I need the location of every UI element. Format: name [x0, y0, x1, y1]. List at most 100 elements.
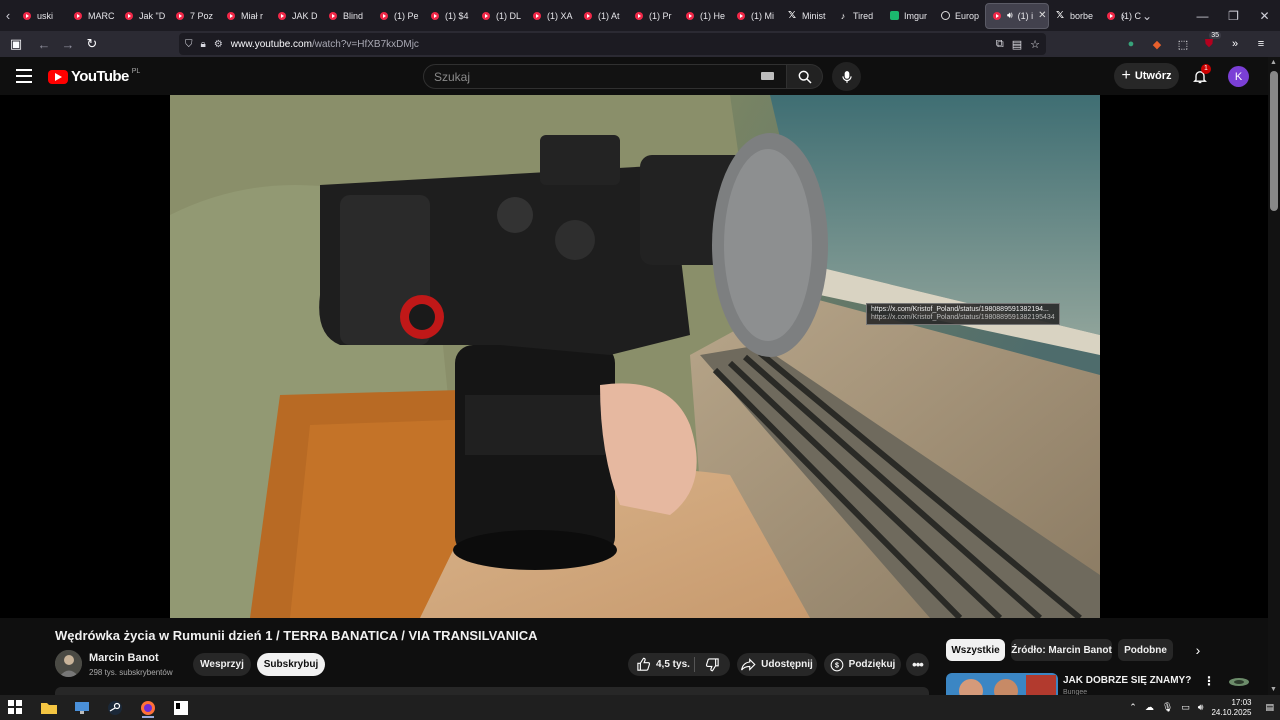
network-icon[interactable]: ▭: [1181, 702, 1190, 713]
tab[interactable]: JAK D: [271, 3, 322, 29]
system-tray: ⌃ ☁ 🎙︎ ▭ 🔊︎ 17:03 24.10.2025 ▤: [1129, 695, 1280, 720]
share-label: Udostępnij: [761, 659, 813, 670]
recommended-video-title[interactable]: JAK DOBRZE SIĘ ZNAMY?: [1063, 675, 1191, 686]
tab[interactable]: MARC: [67, 3, 118, 29]
restore-icon[interactable]: ❐: [1218, 0, 1249, 31]
like-button[interactable]: 4,5 tys.: [628, 657, 694, 672]
description-box[interactable]: [55, 687, 929, 695]
app-menu-icon[interactable]: ≡: [1250, 31, 1272, 57]
shield-icon[interactable]: ⛉: [185, 39, 193, 50]
tab[interactable]: Europ: [934, 3, 985, 29]
tab[interactable]: Imgur: [883, 3, 934, 29]
close-window-icon[interactable]: ✕: [1249, 0, 1280, 31]
channel-name[interactable]: Marcin Banot: [89, 652, 159, 664]
list-all-tabs-icon[interactable]: ⌄: [1135, 0, 1159, 31]
vpn-shield-icon[interactable]: ●: [1120, 31, 1142, 57]
subscribe-button[interactable]: Subskrybuj: [257, 653, 325, 676]
video-frame[interactable]: https://x.com/Kristof_Poland/status/1980…: [170, 95, 1100, 618]
chip-from-channel[interactable]: Źródło: Marcin Banot: [1011, 639, 1112, 661]
extensions-puzzle-icon[interactable]: ⬚: [1172, 31, 1194, 57]
voice-search-button[interactable]: [832, 62, 861, 91]
firefox-logo-icon: [141, 700, 155, 715]
bookmark-star-icon[interactable]: ☆: [1030, 38, 1040, 51]
tab-title: MARC: [88, 10, 115, 21]
tab[interactable]: 𝕏 Minist: [781, 3, 832, 29]
channel-watermark-icon[interactable]: [1228, 675, 1250, 689]
menu-icon[interactable]: [16, 69, 32, 83]
tab[interactable]: (1) Mi: [730, 3, 781, 29]
tab[interactable]: (1) DL: [475, 3, 526, 29]
tab[interactable]: (1) XA: [526, 3, 577, 29]
scrollbar-thumb[interactable]: [1270, 71, 1278, 211]
keyboard-icon[interactable]: [761, 72, 774, 80]
minimize-icon[interactable]: —: [1187, 0, 1218, 31]
tab[interactable]: (1) $4: [424, 3, 475, 29]
url-host: www.youtube.com: [230, 38, 312, 50]
microphone-tray-icon[interactable]: 🎙︎: [1162, 702, 1173, 713]
create-button[interactable]: + Utwórz: [1114, 63, 1179, 89]
thanks-button[interactable]: $ Podziękuj: [824, 653, 901, 676]
youtube-logo[interactable]: YouTube PL: [48, 68, 140, 85]
tab[interactable]: ♪ Tired: [832, 3, 883, 29]
tab[interactable]: (1) Pe: [373, 3, 424, 29]
steam-icon[interactable]: [103, 697, 127, 718]
youtube-icon: [328, 11, 338, 21]
tab[interactable]: (1) At: [577, 3, 628, 29]
video-player[interactable]: https://x.com/Kristof_Poland/status/1980…: [0, 95, 1268, 686]
tab[interactable]: 7 Poz: [169, 3, 220, 29]
windows-start-icon[interactable]: [8, 700, 22, 714]
address-bar[interactable]: ⛉ 🔒︎ ⚙ www.youtube.com/watch?v=HfXB7kxDM…: [179, 33, 1046, 55]
tab-active[interactable]: 🔊︎ (1) i ✕: [985, 2, 1049, 29]
file-explorer-icon[interactable]: [37, 697, 61, 718]
reader-view-icon[interactable]: ▤: [1012, 38, 1022, 51]
firefox-icon[interactable]: [136, 697, 160, 718]
tab-close-icon[interactable]: ✕: [1038, 10, 1046, 21]
onedrive-cloud-icon[interactable]: ☁: [1145, 702, 1154, 713]
tab[interactable]: Blind: [322, 3, 373, 29]
kebab-menu-icon[interactable]: ⋮: [1203, 673, 1215, 689]
tabs-scroll-left-icon[interactable]: ‹: [0, 0, 16, 31]
clock[interactable]: 17:03 24.10.2025: [1211, 698, 1251, 718]
tabs-scroll-right-icon[interactable]: ›: [1111, 0, 1135, 31]
scroll-down-icon[interactable]: ▼: [1270, 686, 1277, 693]
tray-overflow-icon[interactable]: ⌃: [1129, 702, 1137, 713]
computer-app-icon[interactable]: [70, 697, 94, 718]
dislike-button[interactable]: [695, 657, 730, 672]
back-icon[interactable]: ←: [32, 31, 56, 57]
share-button[interactable]: Udostępnij: [737, 653, 817, 676]
recommended-video-thumbnail[interactable]: [946, 673, 1058, 695]
search-button[interactable]: [787, 64, 823, 89]
overflow-chevron-icon[interactable]: »: [1224, 31, 1246, 57]
chevron-right-icon[interactable]: ›: [1189, 641, 1207, 659]
support-button[interactable]: Wesprzyj: [193, 653, 251, 676]
scroll-up-icon[interactable]: ▲: [1270, 59, 1277, 66]
chip-related[interactable]: Podobne: [1118, 639, 1173, 661]
tab[interactable]: (1) Pr: [628, 3, 679, 29]
volume-icon[interactable]: 🔊︎: [1198, 702, 1204, 713]
sidebar-toggle-icon[interactable]: ▣: [4, 31, 28, 57]
tab[interactable]: Miał r: [220, 3, 271, 29]
permissions-icon[interactable]: ⚙: [214, 39, 223, 50]
reload-icon[interactable]: ↻: [80, 31, 104, 57]
page-scrollbar[interactable]: ▲ ▼: [1268, 57, 1280, 695]
lock-icon[interactable]: 🔒︎: [201, 39, 206, 50]
fox-extension-icon[interactable]: ◆: [1146, 31, 1168, 57]
notes-app-icon[interactable]: [169, 697, 193, 718]
forward-icon[interactable]: →: [56, 31, 80, 57]
tab[interactable]: (1) He: [679, 3, 730, 29]
more-actions-button[interactable]: •••: [906, 653, 929, 676]
channel-avatar[interactable]: [55, 650, 82, 677]
tab-audio-icon[interactable]: 🔊︎: [1007, 10, 1013, 21]
subscriber-count: 298 tys. subskrybentów: [89, 668, 173, 677]
chip-all[interactable]: Wszystkie: [946, 639, 1005, 661]
search-input[interactable]: Szukaj: [423, 64, 787, 89]
notifications-tray-icon[interactable]: ▤: [1265, 702, 1274, 713]
tab[interactable]: Jak "D: [118, 3, 169, 29]
account-avatar[interactable]: K: [1228, 66, 1249, 87]
tab-title: (1) At: [598, 10, 620, 21]
pip-icon[interactable]: ⧉: [996, 38, 1004, 51]
tab[interactable]: uski: [16, 3, 67, 29]
tab[interactable]: 𝕏borbe: [1049, 3, 1100, 29]
ublock-icon[interactable]: ⛊ 35: [1198, 31, 1221, 57]
notifications-button[interactable]: 1: [1190, 64, 1211, 86]
